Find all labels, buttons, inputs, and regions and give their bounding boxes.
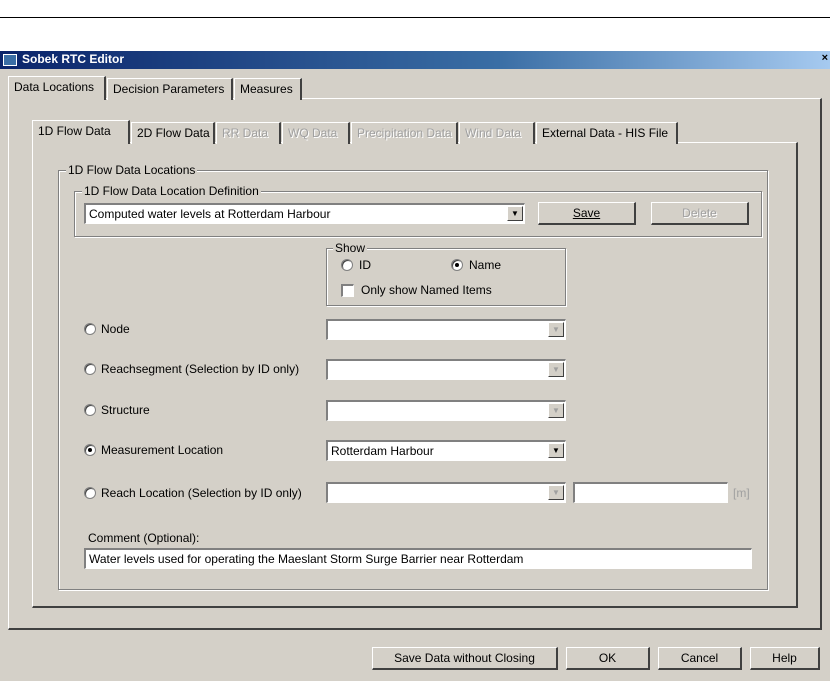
help-button[interactable]: Help (750, 647, 820, 670)
tab-1d-flow-data[interactable]: 1D Flow Data (32, 120, 130, 144)
save-button[interactable]: Save (538, 202, 636, 225)
chevron-down-icon[interactable]: ▼ (548, 403, 564, 418)
chevron-down-icon[interactable]: ▼ (548, 322, 564, 337)
tab-external-data-his-file[interactable]: External Data - HIS File (536, 122, 678, 144)
tab-precipitation-data[interactable]: Precipitation Data (351, 122, 458, 144)
structure-select[interactable]: ▼ (326, 400, 566, 421)
measurement-location-select[interactable]: Rotterdam Harbour ▼ (326, 440, 566, 461)
tab-data-locations[interactable]: Data Locations (8, 76, 106, 100)
cancel-button[interactable]: Cancel (658, 647, 742, 670)
show-group (326, 248, 566, 306)
reach-location-offset-input[interactable] (573, 482, 728, 503)
unit-label: [m] (733, 486, 750, 500)
comment-input[interactable]: Water levels used for operating the Maes… (84, 548, 752, 569)
location-definition-select[interactable]: Computed water levels at Rotterdam Harbo… (84, 203, 525, 224)
show-group-label: Show (333, 241, 368, 255)
show-id-radio[interactable] (341, 259, 353, 271)
tab-2d-flow-data[interactable]: 2D Flow Data (131, 122, 215, 144)
definition-group-label: 1D Flow Data Location Definition (82, 184, 261, 198)
chevron-down-icon[interactable]: ▼ (548, 362, 564, 377)
chevron-down-icon[interactable]: ▼ (548, 443, 564, 458)
reachsegment-radio[interactable] (84, 363, 96, 375)
tab-measures[interactable]: Measures (234, 78, 302, 100)
reach-location-select[interactable]: ▼ (326, 482, 566, 503)
chevron-down-icon[interactable]: ▼ (507, 206, 523, 221)
ok-button[interactable]: OK (566, 647, 650, 670)
delete-button[interactable]: Delete (651, 202, 749, 225)
show-id-label: ID (359, 258, 371, 272)
only-named-label: Only show Named Items (361, 283, 492, 297)
only-named-checkbox[interactable] (341, 284, 354, 297)
window-title: Sobek RTC Editor (22, 52, 125, 66)
reach-location-label: Reach Location (Selection by ID only) (101, 486, 302, 500)
reach-location-radio[interactable] (84, 487, 96, 499)
title-bar[interactable]: Sobek RTC Editor × (0, 51, 830, 69)
show-name-label: Name (469, 258, 502, 272)
measurement-location-label: Measurement Location (101, 443, 224, 457)
save-button-label: Save (572, 206, 601, 220)
chevron-down-icon[interactable]: ▼ (548, 485, 564, 500)
tab-rr-data[interactable]: RR Data (216, 122, 281, 144)
measurement-location-value: Rotterdam Harbour (331, 444, 434, 458)
node-radio[interactable] (84, 323, 96, 335)
app-icon (3, 54, 17, 66)
tab-wq-data[interactable]: WQ Data (282, 122, 350, 144)
tab-wind-data[interactable]: Wind Data (459, 122, 535, 144)
structure-label: Structure (101, 403, 150, 417)
measurement-location-radio[interactable] (84, 444, 96, 456)
locations-group-label: 1D Flow Data Locations (66, 163, 198, 177)
tab-decision-parameters[interactable]: Decision Parameters (107, 78, 233, 100)
structure-radio[interactable] (84, 404, 96, 416)
show-name-radio[interactable] (451, 259, 463, 271)
node-label: Node (101, 322, 130, 336)
node-select[interactable]: ▼ (326, 319, 566, 340)
reachsegment-label: Reachsegment (Selection by ID only) (101, 362, 300, 376)
location-definition-value: Computed water levels at Rotterdam Harbo… (89, 207, 331, 221)
page-top-rule (0, 17, 830, 18)
rtc-editor-window: Sobek RTC Editor × Data Locations Decisi… (0, 51, 830, 681)
save-without-closing-button[interactable]: Save Data without Closing (372, 647, 558, 670)
close-icon[interactable]: × (822, 52, 828, 64)
comment-label: Comment (Optional): (88, 531, 200, 545)
reachsegment-select[interactable]: ▼ (326, 359, 566, 380)
